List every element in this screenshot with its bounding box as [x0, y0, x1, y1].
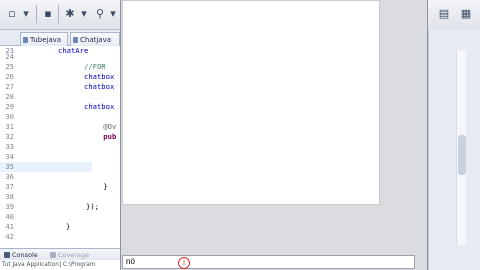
code-line: 29 chatbox: [5, 102, 115, 111]
code-line: 33: [5, 142, 14, 151]
code-line: 36: [5, 172, 14, 181]
code-line: 27 chatbox: [5, 82, 115, 91]
toolbar-separator: [58, 5, 59, 23]
vertical-scrollbar[interactable]: [456, 50, 466, 245]
coverage-icon: [50, 252, 56, 258]
tab-label: Chatjava: [80, 36, 112, 44]
code-line: 41}: [5, 222, 71, 231]
print-icon[interactable]: ▪: [40, 6, 56, 22]
code-line: 28: [5, 92, 14, 101]
tab-label: Console: [12, 251, 38, 259]
console-icon: [4, 252, 10, 258]
java-file-icon: [23, 37, 28, 43]
code-line: 30: [5, 112, 14, 121]
code-line: 39});: [5, 202, 99, 211]
toolbar-separator: [36, 5, 37, 23]
chat-text-area[interactable]: [122, 0, 380, 205]
code-line: 42: [5, 232, 14, 241]
run-icon[interactable]: ▾: [76, 6, 92, 22]
debug-perspective-icon[interactable]: ▦: [458, 6, 474, 22]
scrollbar-thumb[interactable]: [458, 135, 466, 175]
tab-tube-java[interactable]: Tubejava: [20, 32, 68, 46]
dropdown-icon[interactable]: ▾: [105, 6, 121, 22]
code-line: 31 @Ov: [5, 122, 117, 131]
code-line-current: 35: [0, 162, 92, 172]
outline-panel: [428, 30, 480, 270]
code-line: 34: [5, 152, 14, 161]
java-perspective-icon[interactable]: ▤: [436, 6, 452, 22]
console-tab-strip: Console Coverage: [0, 248, 120, 260]
code-line: 24: [5, 52, 14, 61]
text-cursor-icon: I: [178, 257, 190, 269]
java-file-icon: [73, 37, 78, 43]
tab-label: Tubejava: [30, 36, 62, 44]
code-line: 32 pub: [5, 132, 117, 141]
code-line: 25//FOR: [5, 62, 106, 71]
code-editor[interactable]: 23 chatAre 24 25//FOR 26 chatbox 27 chatbox…: [0, 46, 120, 248]
code-line: 26 chatbox: [5, 72, 115, 81]
code-line: 38: [5, 192, 14, 201]
code-line: 37 }: [5, 182, 108, 191]
save-icon[interactable]: ▾: [18, 6, 34, 22]
tab-label: Coverage: [58, 251, 90, 259]
console-output: Tut Java Application] C:\Program: [0, 260, 120, 270]
chat-input-field[interactable]: nö: [122, 255, 415, 269]
perspective-bar: ▤ ▦: [428, 0, 480, 30]
tab-chat-java[interactable]: Chatjava: [70, 32, 120, 46]
code-line: 40: [5, 212, 14, 221]
